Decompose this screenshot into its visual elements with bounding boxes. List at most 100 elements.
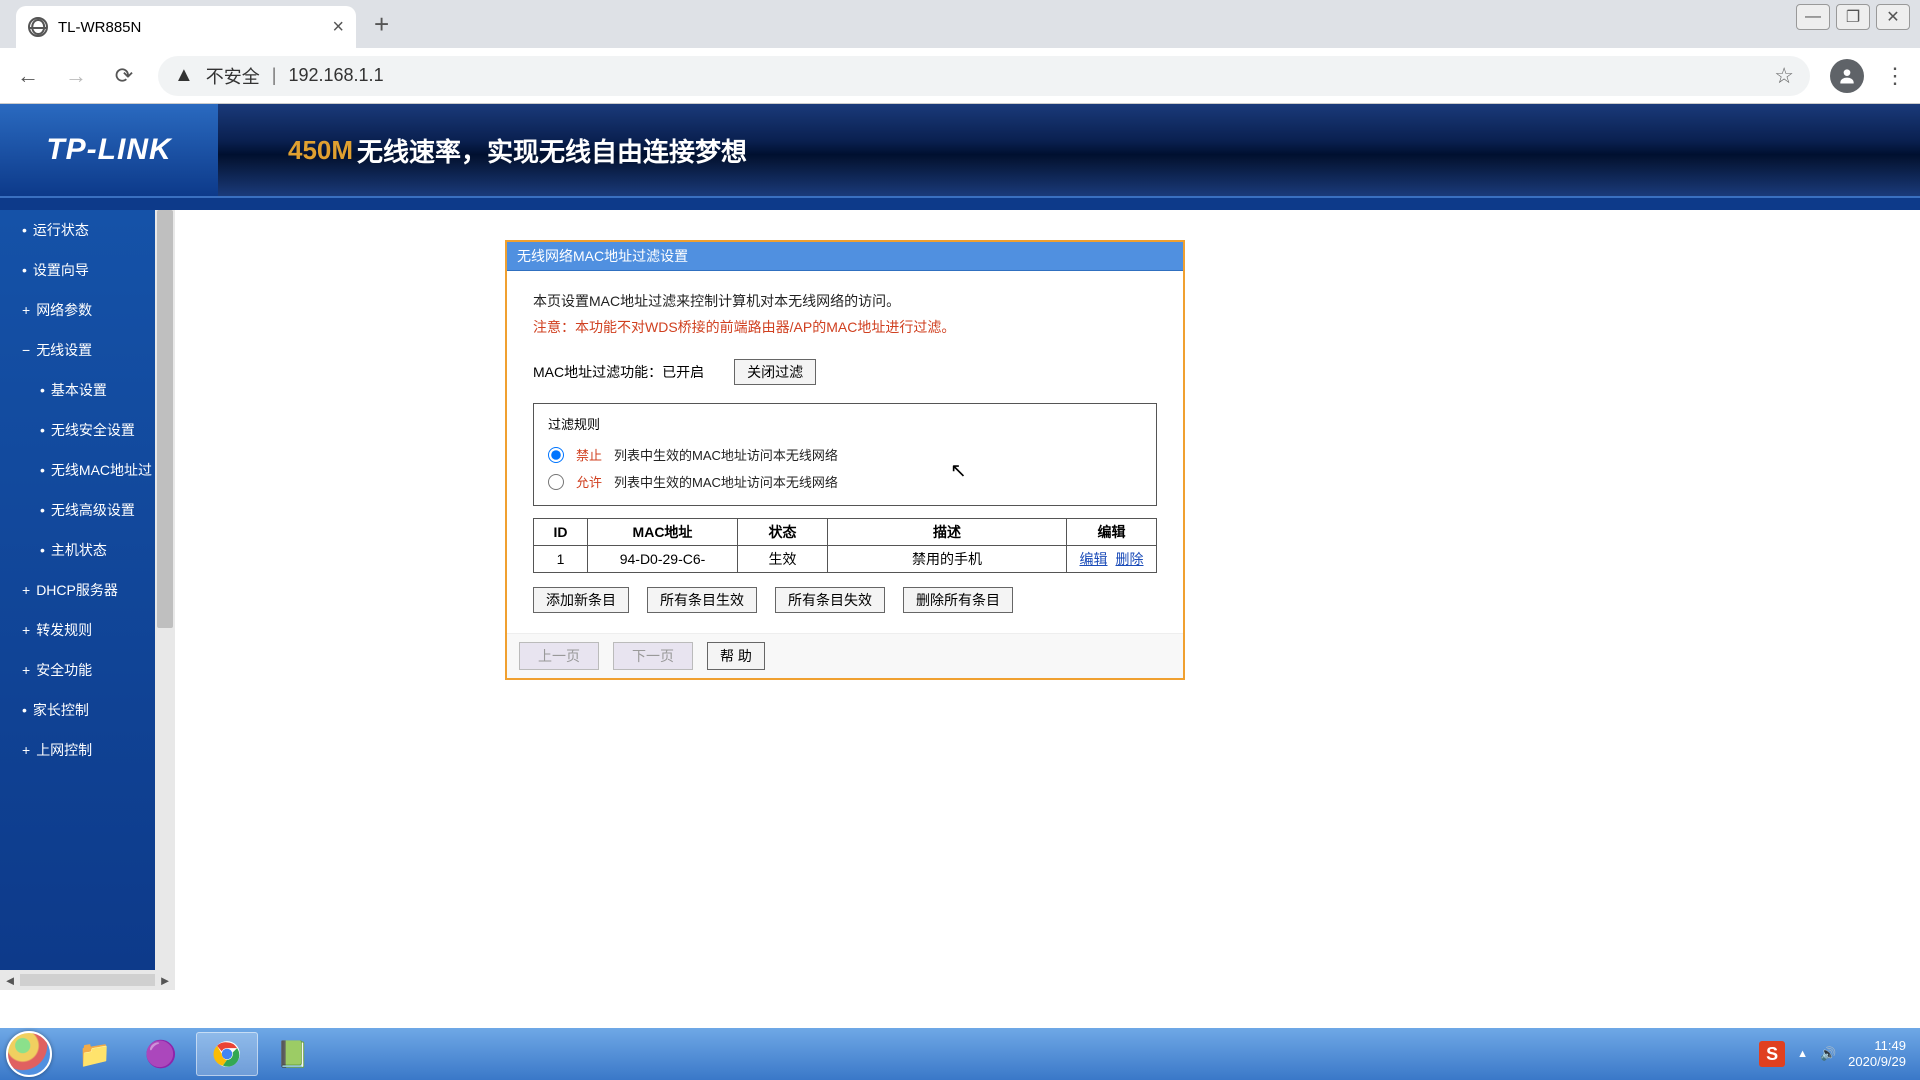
sidebar-item-7[interactable]: • 无线高级设置: [0, 490, 155, 530]
separator: |: [272, 65, 277, 86]
maximize-button[interactable]: ❐: [1836, 4, 1870, 30]
col-id: ID: [534, 519, 588, 546]
url-text: 192.168.1.1: [288, 65, 383, 86]
close-window-button[interactable]: ✕: [1876, 4, 1910, 30]
sidebar-item-label: DHCP服务器: [36, 582, 118, 598]
browser-menu-icon[interactable]: ⋮: [1884, 63, 1906, 89]
scroll-track[interactable]: [20, 974, 155, 986]
disable-all-button[interactable]: 所有条目失效: [775, 587, 885, 613]
sidebar-item-label: 运行状态: [33, 222, 89, 238]
scroll-right-arrow[interactable]: ►: [155, 970, 175, 990]
sidebar-scrollbar[interactable]: [155, 210, 175, 970]
sidebar-item-5[interactable]: • 无线安全设置: [0, 410, 155, 450]
sidebar-item-6[interactable]: •无线MAC地址过: [0, 450, 155, 490]
window-controls: — ❐ ✕: [1796, 4, 1910, 30]
rule-allow-radio[interactable]: [548, 474, 564, 490]
tray-chevron-icon[interactable]: ▲: [1797, 1048, 1808, 1060]
menu-bullet-icon: •: [22, 262, 27, 278]
sidebar-item-12[interactable]: •家长控制: [0, 690, 155, 730]
address-bar[interactable]: ▲ 不安全 | 192.168.1.1 ☆: [158, 56, 1810, 96]
security-label: 不安全: [206, 63, 260, 89]
sidebar-item-3[interactable]: −无线设置: [0, 330, 155, 370]
add-entry-button[interactable]: 添加新条目: [533, 587, 629, 613]
sidebar-item-10[interactable]: +转发规则: [0, 610, 155, 650]
panel-description: 本页设置MAC地址过滤来控制计算机对本无线网络的访问。: [533, 291, 1157, 311]
taskbar-clock[interactable]: 11:49 2020/9/29: [1848, 1038, 1906, 1071]
col-desc: 描述: [828, 519, 1067, 546]
delete-all-button[interactable]: 删除所有条目: [903, 587, 1013, 613]
table-header-row: ID MAC地址 状态 描述 编辑: [534, 519, 1157, 546]
cell-status: 生效: [738, 546, 828, 573]
filter-status-row: MAC地址过滤功能：已开启 关闭过滤: [533, 359, 1157, 385]
menu-bullet-icon: +: [22, 662, 30, 678]
reload-button[interactable]: ⟳: [110, 62, 138, 90]
sidebar-item-label: 无线MAC地址过: [51, 462, 152, 478]
menu-bullet-icon: •: [40, 422, 45, 438]
sidebar-item-label: 主机状态: [51, 542, 107, 558]
filter-rule-box: 过滤规则 禁止 列表中生效的MAC地址访问本无线网络 允许 列表中生效的MAC地…: [533, 403, 1157, 506]
sidebar-item-label: 无线设置: [36, 342, 92, 358]
clock-date: 2020/9/29: [1848, 1054, 1906, 1070]
help-button[interactable]: 帮 助: [707, 642, 765, 670]
banner-speed: 450M: [288, 135, 353, 166]
scroll-left-arrow[interactable]: ◄: [0, 970, 20, 990]
sidebar-item-0[interactable]: •运行状态: [0, 210, 155, 250]
sidebar-item-label: 网络参数: [36, 302, 92, 318]
enable-all-button[interactable]: 所有条目生效: [647, 587, 757, 613]
toggle-filter-button[interactable]: 关闭过滤: [734, 359, 816, 385]
scrollbar-thumb[interactable]: [157, 210, 173, 628]
rule-deny-radio[interactable]: [548, 447, 564, 463]
forward-button[interactable]: →: [62, 62, 90, 90]
volume-icon[interactable]: 🔊: [1820, 1046, 1836, 1062]
sidebar-item-4[interactable]: •基本设置: [0, 370, 155, 410]
browser-tab[interactable]: TL-WR885N ×: [16, 6, 356, 48]
content-area: 无线网络MAC地址过滤设置 本页设置MAC地址过滤来控制计算机对本无线网络的访问…: [175, 210, 1920, 970]
taskbar-app-1[interactable]: 🟣: [130, 1032, 192, 1076]
sidebar-item-8[interactable]: • 主机状态: [0, 530, 155, 570]
new-tab-button[interactable]: +: [374, 9, 389, 40]
sidebar-item-2[interactable]: + 网络参数: [0, 290, 155, 330]
delete-link[interactable]: 删除: [1116, 551, 1144, 567]
header-divider: [0, 196, 1920, 210]
menu-bullet-icon: •: [40, 382, 45, 398]
next-page-button[interactable]: 下一页: [613, 642, 693, 670]
sidebar-item-11[interactable]: +安全功能: [0, 650, 155, 690]
menu-bullet-icon: •: [40, 542, 45, 558]
router-header: TP-LINK 450M无线速率，实现无线自由连接梦想: [0, 104, 1920, 196]
rule-deny-row[interactable]: 禁止 列表中生效的MAC地址访问本无线网络: [548, 441, 1142, 468]
minimize-button[interactable]: —: [1796, 4, 1830, 30]
sidebar-item-1[interactable]: •设置向导: [0, 250, 155, 290]
menu-bullet-icon: −: [22, 342, 30, 358]
sidebar-menu: •运行状态•设置向导+网络参数−无线设置•基本设置•无线安全设置•无线MAC地址…: [0, 210, 155, 970]
rule-deny-keyword: 禁止: [576, 445, 602, 464]
windows-taskbar: 📁 🟣 📗 S ▲ 🔊 11:49 2020/9/29: [0, 1028, 1920, 1080]
sidebar-item-label: 家长控制: [33, 702, 89, 718]
edit-link[interactable]: 编辑: [1080, 551, 1108, 567]
mac-filter-table: ID MAC地址 状态 描述 编辑 1 94-D0-29-C6- 生效 禁用的手…: [533, 518, 1157, 573]
rule-allow-row[interactable]: 允许 列表中生效的MAC地址访问本无线网络: [548, 468, 1142, 495]
sidebar-item-label: 无线安全设置: [51, 422, 135, 438]
sidebar-item-9[interactable]: + DHCP服务器: [0, 570, 155, 610]
close-tab-icon[interactable]: ×: [332, 16, 344, 39]
horizontal-scrollbar[interactable]: ◄ ►: [0, 970, 175, 990]
back-button[interactable]: ←: [14, 62, 42, 90]
bookmark-star-icon[interactable]: ☆: [1774, 63, 1794, 89]
profile-avatar-icon[interactable]: [1830, 59, 1864, 93]
menu-bullet-icon: +: [22, 582, 30, 598]
taskbar-explorer[interactable]: 📁: [64, 1032, 126, 1076]
ime-sogou-icon[interactable]: S: [1759, 1041, 1785, 1067]
start-button[interactable]: [6, 1031, 52, 1077]
system-tray: S ▲ 🔊 11:49 2020/9/29: [1759, 1038, 1914, 1071]
sidebar-item-label: 无线高级设置: [51, 502, 135, 518]
prev-page-button[interactable]: 上一页: [519, 642, 599, 670]
taskbar-chrome[interactable]: [196, 1032, 258, 1076]
menu-bullet-icon: •: [40, 502, 45, 518]
taskbar-app-2[interactable]: 📗: [262, 1032, 324, 1076]
sidebar-item-13[interactable]: +上网控制: [0, 730, 155, 770]
table-row: 1 94-D0-29-C6- 生效 禁用的手机 编辑删除: [534, 546, 1157, 573]
menu-bullet-icon: +: [22, 302, 30, 318]
tplink-logo: TP-LINK: [0, 104, 218, 196]
panel-footer: 上一页 下一页 帮 助: [507, 633, 1183, 678]
clock-time: 11:49: [1848, 1038, 1906, 1054]
rule-deny-desc: 列表中生效的MAC地址访问本无线网络: [614, 445, 838, 464]
